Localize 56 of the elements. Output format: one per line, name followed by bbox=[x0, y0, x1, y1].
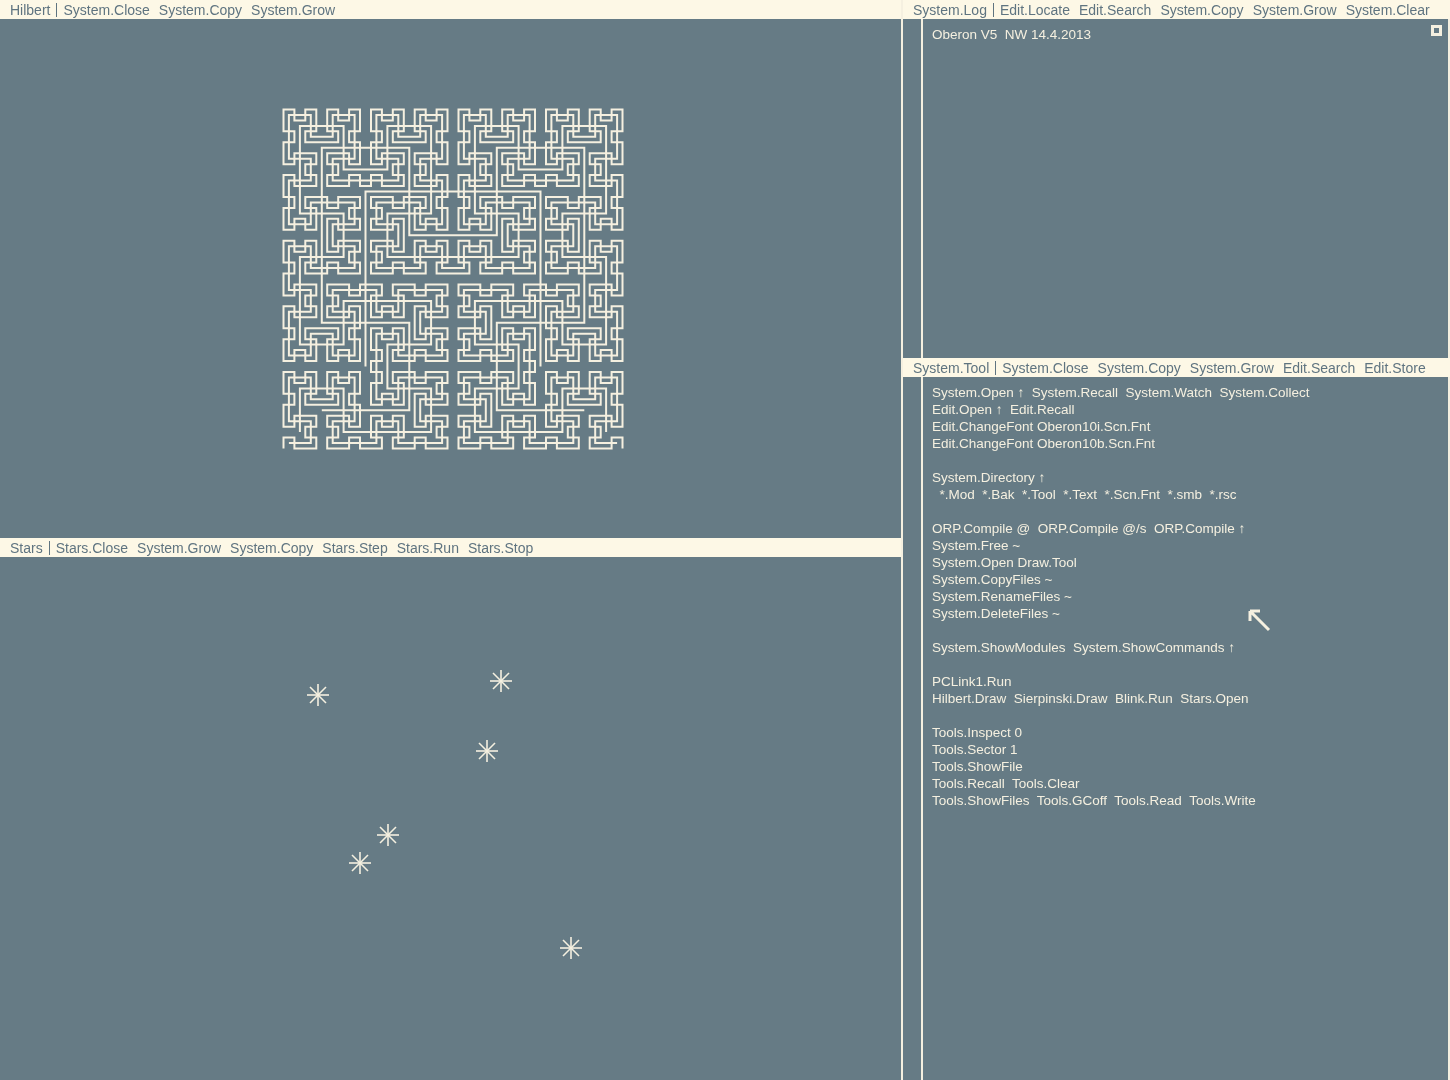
command-link[interactable]: Stars.Run bbox=[396, 540, 459, 555]
command-link[interactable]: Stars.Close bbox=[55, 540, 129, 555]
text-line[interactable]: Edit.ChangeFont Oberon10b.Scn.Fnt bbox=[932, 435, 1155, 452]
command-link[interactable]: System.Grow bbox=[251, 2, 336, 17]
text-line[interactable]: System.CopyFiles ~ bbox=[932, 571, 1053, 588]
text-line[interactable]: System.RenameFiles ~ bbox=[932, 588, 1072, 605]
text-line[interactable]: System.Open Draw.Tool bbox=[932, 554, 1077, 571]
command-link[interactable]: System.Copy bbox=[1097, 360, 1181, 375]
command-link[interactable]: Stars.Step bbox=[322, 540, 388, 555]
separator bbox=[995, 360, 997, 375]
command-link[interactable]: System.Grow bbox=[137, 540, 222, 555]
command-link[interactable]: System.Grow bbox=[1189, 360, 1274, 375]
text-line[interactable]: Hilbert.Draw Sierpinski.Draw Blink.Run Stars.Open bbox=[932, 690, 1249, 707]
square-marker-icon bbox=[1431, 25, 1442, 36]
separator bbox=[992, 2, 994, 17]
viewer-name: System.Tool bbox=[913, 360, 990, 375]
star-icon bbox=[376, 823, 400, 847]
text-line[interactable]: Tools.Recall Tools.Clear bbox=[932, 775, 1080, 792]
star-icon bbox=[306, 683, 330, 707]
text-line: Oberon V5 NW 14.4.2013 bbox=[932, 26, 1092, 43]
mouse-pointer-icon bbox=[1247, 608, 1273, 634]
command-link[interactable]: System.Grow bbox=[1252, 2, 1337, 17]
command-link[interactable]: System.Copy bbox=[1160, 2, 1244, 17]
viewer-name: Hilbert bbox=[10, 2, 51, 17]
star-icon bbox=[559, 936, 583, 960]
separator bbox=[56, 2, 58, 17]
text-line[interactable]: Edit.Open ↑ Edit.Recall bbox=[932, 401, 1075, 418]
viewer-name: System.Log bbox=[913, 2, 987, 17]
text-line[interactable]: PCLink1.Run bbox=[932, 673, 1012, 690]
text-line[interactable]: System.Free ~ bbox=[932, 537, 1021, 554]
text-line[interactable]: System.ShowModules System.ShowCommands ↑ bbox=[932, 639, 1236, 656]
star-icon bbox=[489, 669, 513, 693]
text-line[interactable]: Tools.Inspect 0 bbox=[932, 724, 1023, 741]
text-line[interactable]: Tools.ShowFiles Tools.GCoff Tools.Read Tools.Write bbox=[932, 792, 1256, 809]
command-link[interactable]: Edit.Search bbox=[1282, 360, 1356, 375]
command-link[interactable]: Stars.Stop bbox=[467, 540, 534, 555]
text-line[interactable]: Tools.Sector 1 bbox=[932, 741, 1018, 758]
text-line[interactable]: System.Open ↑ System.Recall System.Watch System.Collect bbox=[932, 384, 1310, 401]
text-line[interactable]: System.Directory ↑ bbox=[932, 469, 1046, 486]
text-line[interactable]: Tools.ShowFile bbox=[932, 758, 1023, 775]
command-link[interactable]: System.Clear bbox=[1345, 2, 1430, 17]
command-link[interactable]: System.Copy bbox=[158, 2, 243, 17]
text-line[interactable]: *.Mod *.Bak *.Tool *.Text *.Scn.Fnt *.smb *.rsc bbox=[932, 486, 1237, 503]
text-line[interactable]: ORP.Compile @ ORP.Compile @/s ORP.Compile ↑ bbox=[932, 520, 1246, 537]
star-icon bbox=[475, 739, 499, 763]
star-icon bbox=[348, 851, 372, 875]
separator bbox=[48, 540, 50, 555]
command-link[interactable]: Edit.Search bbox=[1079, 2, 1152, 17]
command-link[interactable]: Edit.Store bbox=[1364, 360, 1426, 375]
viewer-name: Stars bbox=[10, 540, 43, 555]
command-link[interactable]: System.Close bbox=[63, 2, 150, 17]
text-line[interactable]: Edit.ChangeFont Oberon10i.Scn.Fnt bbox=[932, 418, 1151, 435]
command-link[interactable]: System.Close bbox=[1002, 360, 1089, 375]
command-link[interactable]: Edit.Locate bbox=[999, 2, 1070, 17]
text-line[interactable]: System.DeleteFiles ~ bbox=[932, 605, 1060, 622]
command-link[interactable]: System.Copy bbox=[230, 540, 314, 555]
